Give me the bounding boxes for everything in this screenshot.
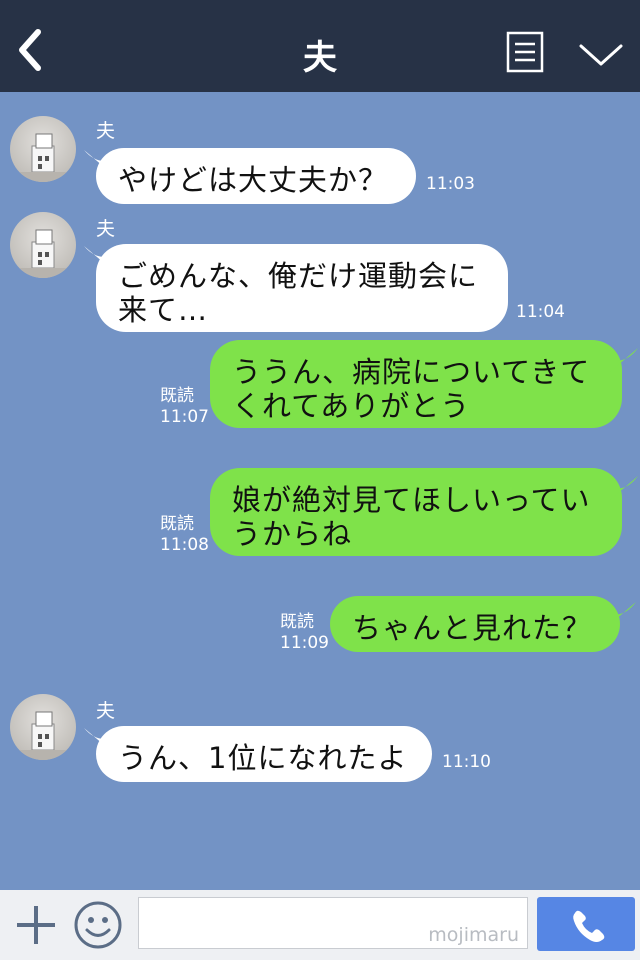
read-status: 既読 11:09 <box>280 612 329 654</box>
read-label: 既読 <box>160 386 194 406</box>
message-bubble[interactable]: ううん、病院についてきて くれてありがとう <box>210 340 622 428</box>
avatar[interactable] <box>10 212 76 278</box>
emoji-icon[interactable] <box>73 900 123 950</box>
message-bubble[interactable]: ごめんな、俺だけ運動会に 来て… <box>96 244 508 332</box>
message-line: 来て… <box>118 293 209 327</box>
chevron-down-icon[interactable] <box>578 38 624 68</box>
message-time: 11:03 <box>426 174 475 194</box>
bubble-tail <box>610 348 638 372</box>
message-line: くれてありがとう <box>232 389 471 423</box>
message-time: 11:07 <box>160 407 209 427</box>
message-line: 娘が絶対見てほしいってい <box>232 483 591 517</box>
chat-area[interactable]: 夫 やけどは大丈夫か？ 11:03 夫 ごめんな、俺だけ運動会に 来て… 11:… <box>0 92 640 890</box>
message-time: 11:08 <box>160 535 209 555</box>
message-line: ごめんな、俺だけ運動会に <box>118 259 479 293</box>
back-arrow-icon[interactable] <box>12 28 48 72</box>
message-time: 11:04 <box>516 302 565 322</box>
read-label: 既読 <box>280 612 314 632</box>
menu-icon[interactable] <box>506 31 544 73</box>
avatar[interactable] <box>10 116 76 182</box>
message-bubble[interactable]: うん、1位になれたよ <box>96 726 432 782</box>
bubble-tail <box>610 476 638 500</box>
chat-header: 夫 <box>0 0 640 92</box>
read-status: 既読 11:08 <box>160 514 209 556</box>
plus-icon[interactable] <box>14 903 58 947</box>
message-line: うからね <box>232 517 353 551</box>
message-bubble[interactable]: やけどは大丈夫か？ <box>96 148 416 204</box>
sender-name: 夫 <box>96 218 116 240</box>
call-button[interactable] <box>537 897 635 951</box>
phone-icon <box>573 910 605 942</box>
sender-name: 夫 <box>96 700 116 722</box>
message-time: 11:10 <box>442 752 491 772</box>
avatar[interactable] <box>10 694 76 760</box>
message-time: 11:09 <box>280 633 329 653</box>
chat-title: 夫 <box>303 38 337 78</box>
message-line: ううん、病院についてきて <box>232 355 591 389</box>
bubble-tail <box>608 602 636 626</box>
message-bubble[interactable]: ちゃんと見れた？ <box>330 596 620 652</box>
sender-name: 夫 <box>96 120 116 142</box>
message-bubble[interactable]: 娘が絶対見てほしいってい うからね <box>210 468 622 556</box>
read-label: 既読 <box>160 514 194 534</box>
watermark: mojimaru <box>428 924 519 946</box>
message-input[interactable]: mojimaru <box>138 897 528 949</box>
read-status: 既読 11:07 <box>160 386 209 428</box>
